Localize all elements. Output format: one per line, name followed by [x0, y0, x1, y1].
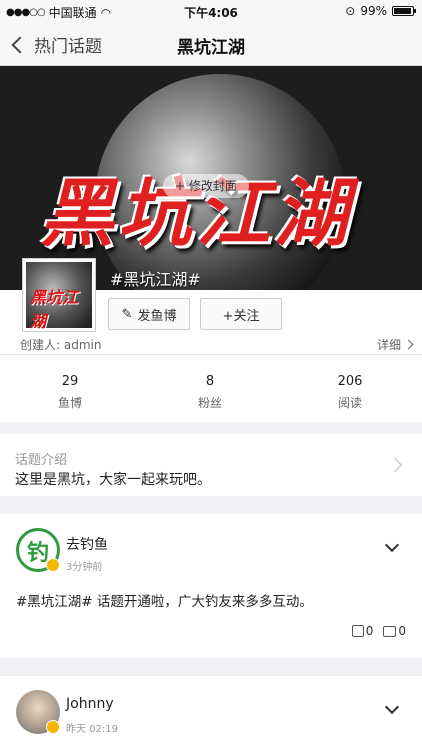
divider: [0, 354, 422, 355]
chevron-down-icon[interactable]: [384, 537, 400, 553]
comment-icon: [383, 625, 397, 637]
stat-value: 29: [61, 374, 79, 389]
topic-name: #黑坑江湖#: [110, 270, 201, 289]
post-author[interactable]: 去钓鱼: [66, 534, 108, 554]
verified-badge-icon: [46, 720, 60, 734]
intro-label: 话题介绍: [15, 453, 68, 468]
post-button-label: 发鱼博: [137, 308, 177, 324]
thumbs-up-icon: [351, 625, 364, 637]
post-time: 昨天 02:19: [66, 724, 118, 735]
chevron-right-icon: [387, 457, 403, 473]
page-title: 黑坑江湖: [177, 38, 245, 58]
post-author[interactable]: Johnny: [66, 696, 114, 712]
stat-reads: 206 阅读: [290, 374, 410, 411]
battery-icon: [392, 6, 416, 16]
like-button[interactable]: 0: [351, 624, 374, 638]
comment-count: 0: [398, 624, 406, 638]
detail-link[interactable]: 详细: [376, 336, 414, 353]
post-body: #黑坑江湖# 话题开通啦，广大钓友来多多互动。: [16, 594, 313, 610]
stat-label: 鱼博: [57, 396, 82, 410]
intro-text: 这里是黑坑，大家一起来玩吧。: [15, 472, 211, 488]
chevron-down-icon[interactable]: [384, 699, 400, 715]
creator-label: 创建人: admin: [20, 338, 102, 352]
status-right: ⊙ 99%: [345, 4, 416, 18]
post-actions: 0 0: [351, 624, 406, 638]
stat-label: 粉丝: [197, 396, 222, 410]
battery-label: 99%: [360, 4, 387, 18]
topic-intro[interactable]: 话题介绍 这里是黑坑，大家一起来玩吧。: [0, 434, 422, 496]
post-time: 3分钟前: [66, 562, 103, 573]
edit-icon: ✎: [121, 306, 133, 322]
stat-label: 阅读: [337, 396, 362, 410]
nav-bar: 热门话题 黑坑江湖: [0, 22, 422, 66]
detail-label: 详细: [376, 338, 401, 352]
thumbnail-art-text: 黑坑江湖: [30, 288, 79, 331]
cover-art-text: 黑坑江湖: [40, 171, 352, 257]
topic-cover: 黑坑江湖 + 修改封面: [0, 66, 422, 290]
chevron-right-icon: [403, 339, 414, 350]
post-button[interactable]: ✎ 发鱼博: [108, 298, 190, 330]
topic-thumbnail: 黑坑江湖: [22, 258, 96, 332]
status-bar: ●●●○○ 中国联通 ◠ 下午4:06 ⊙ 99%: [0, 0, 422, 22]
post-card[interactable]: Johnny 昨天 02:19: [0, 676, 422, 750]
stat-posts[interactable]: 29 鱼博: [10, 374, 130, 411]
stat-value: 206: [337, 374, 363, 389]
follow-button[interactable]: +关注: [200, 298, 282, 330]
topic-thumbnail-image: 黑坑江湖: [26, 262, 92, 331]
verified-badge-icon: [46, 558, 60, 572]
comment-button[interactable]: 0: [383, 624, 406, 638]
like-count: 0: [365, 624, 374, 638]
post-card[interactable]: 钓 去钓鱼 3分钟前 #黑坑江湖# 话题开通啦，广大钓友来多多互动。 0 0: [0, 514, 422, 658]
change-cover-button[interactable]: + 修改封面: [163, 174, 249, 198]
stat-value: 8: [205, 374, 215, 389]
lock-rotation-icon: ⊙: [345, 4, 356, 18]
stat-fans[interactable]: 8 粉丝: [150, 374, 270, 411]
